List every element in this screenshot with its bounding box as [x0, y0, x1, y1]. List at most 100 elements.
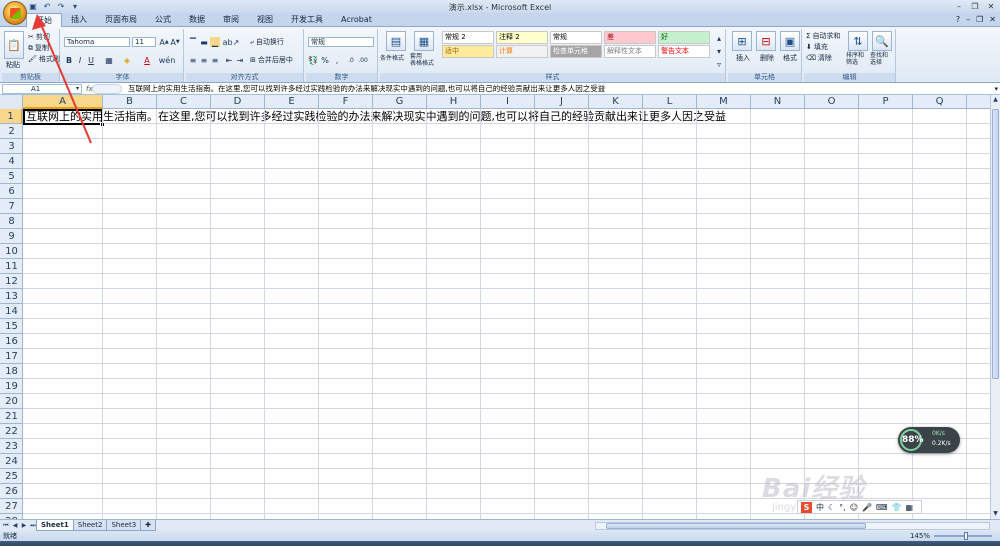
align-top-icon[interactable]: ▔: [188, 37, 198, 47]
expand-formula-bar-icon[interactable]: ▾: [994, 85, 998, 93]
format-as-table-label[interactable]: 套用 表格格式: [410, 53, 434, 67]
scroll-up-arrow-icon[interactable]: ▲: [991, 95, 1000, 105]
ribbon-minimize-icon[interactable]: –: [966, 15, 970, 24]
close-icon[interactable]: ✕: [984, 1, 998, 11]
decrease-decimal-icon[interactable]: .00: [358, 55, 368, 65]
align-left-icon[interactable]: ≡: [188, 55, 198, 65]
format-painter-button[interactable]: 🖌 格式刷: [28, 54, 60, 64]
sheet-tab-sheet1[interactable]: Sheet1: [36, 520, 74, 531]
column-header-n[interactable]: N: [751, 95, 805, 109]
align-center-icon[interactable]: ≡: [199, 55, 209, 65]
ime-moon-icon[interactable]: ☾: [828, 503, 835, 512]
select-all-button[interactable]: [0, 95, 23, 109]
align-middle-icon[interactable]: ▬: [199, 37, 209, 47]
cell-style-9[interactable]: 解释性文本: [604, 45, 656, 58]
border-icon[interactable]: ▦: [104, 55, 114, 65]
delete-cells-icon[interactable]: ⊟: [756, 31, 776, 51]
ime-emoji-icon[interactable]: ☺: [850, 503, 858, 512]
tab-view[interactable]: 视图: [248, 13, 282, 27]
fill-color-icon[interactable]: ◈: [122, 55, 132, 65]
conditional-format-label[interactable]: 条件格式: [380, 53, 404, 62]
tab-data[interactable]: 数据: [180, 13, 214, 27]
align-bottom-icon[interactable]: ▁: [210, 37, 220, 47]
increase-indent-icon[interactable]: ⇥: [235, 55, 245, 65]
autosum-button[interactable]: Σ 自动求和: [806, 31, 840, 41]
column-header-l[interactable]: L: [643, 95, 697, 109]
cell-style-4[interactable]: 差: [604, 31, 656, 44]
ime-language[interactable]: 中: [816, 502, 824, 513]
row-header-16[interactable]: 16: [0, 334, 22, 349]
decrease-indent-icon[interactable]: ⇤: [224, 55, 234, 65]
conditional-format-icon[interactable]: ▤: [386, 31, 406, 51]
row-header-8[interactable]: 8: [0, 214, 22, 229]
row-header-26[interactable]: 26: [0, 484, 22, 499]
first-sheet-icon[interactable]: ⏮: [2, 521, 10, 530]
ime-punct-icon[interactable]: °,: [839, 503, 846, 512]
zoom-level[interactable]: 145%: [910, 531, 930, 541]
insert-cells-icon[interactable]: ⊞: [732, 31, 752, 51]
cell-style-7[interactable]: 计算: [496, 45, 548, 58]
row-header-18[interactable]: 18: [0, 364, 22, 379]
wrap-text-button[interactable]: ⤶ 自动换行: [250, 37, 284, 47]
tab-acrobat[interactable]: Acrobat: [332, 13, 381, 27]
insert-sheet-icon[interactable]: ✚: [140, 520, 157, 531]
row-header-5[interactable]: 5: [0, 169, 22, 184]
cell-style-10[interactable]: 警告文本: [658, 45, 710, 58]
row-header-7[interactable]: 7: [0, 199, 22, 214]
restore-icon[interactable]: ❐: [968, 1, 982, 11]
styles-scroll-up-icon[interactable]: ▴: [714, 33, 724, 43]
row-header-24[interactable]: 24: [0, 454, 22, 469]
paste-icon[interactable]: 📋: [4, 31, 24, 59]
grow-font-icon[interactable]: A ▲: [159, 37, 169, 47]
office-button[interactable]: [3, 1, 27, 25]
column-header-g[interactable]: G: [373, 95, 427, 109]
column-header-c[interactable]: C: [157, 95, 211, 109]
sheet-tab-sheet2[interactable]: Sheet2: [72, 520, 108, 531]
phonetic-icon[interactable]: wén: [159, 55, 176, 65]
find-select-icon[interactable]: 🔍: [872, 31, 892, 51]
row-header-4[interactable]: 4: [0, 154, 22, 169]
column-header-o[interactable]: O: [805, 95, 859, 109]
row-header-19[interactable]: 19: [0, 379, 22, 394]
format-cells-label[interactable]: 格式: [783, 53, 797, 63]
prev-sheet-icon[interactable]: ◀: [11, 521, 19, 530]
minimize-icon[interactable]: –: [952, 1, 966, 11]
cell-style-2[interactable]: 注释 2: [496, 31, 548, 44]
ribbon-restore-icon[interactable]: ❐: [976, 15, 983, 24]
row-header-27[interactable]: 27: [0, 499, 22, 514]
styles-more-icon[interactable]: ▿: [714, 59, 724, 69]
row-header-14[interactable]: 14: [0, 304, 22, 319]
row-header-11[interactable]: 11: [0, 259, 22, 274]
vertical-scroll-thumb[interactable]: [992, 109, 999, 379]
delete-cells-label[interactable]: 删除: [760, 53, 774, 63]
paste-label[interactable]: 粘贴: [6, 60, 20, 70]
row-header-15[interactable]: 15: [0, 319, 22, 334]
currency-icon[interactable]: 💱: [308, 55, 318, 65]
cell-style-5[interactable]: 好: [658, 31, 710, 44]
ime-skin-icon[interactable]: 👕: [892, 503, 902, 512]
cut-button[interactable]: ✂ 剪切: [28, 32, 50, 42]
cell-style-3[interactable]: 常规: [550, 31, 602, 44]
next-sheet-icon[interactable]: ▶: [20, 521, 28, 530]
merge-center-button[interactable]: ⊞ 合并后居中: [250, 55, 293, 65]
tab-page-layout[interactable]: 页面布局: [96, 13, 146, 27]
sort-filter-label[interactable]: 排序和 筛选: [846, 52, 864, 66]
sort-filter-icon[interactable]: ⇅: [848, 31, 868, 51]
font-size-select[interactable]: 11: [132, 37, 156, 47]
network-speed-widget[interactable]: 88% 0K/s 0.2K/s: [898, 427, 960, 453]
column-header-e[interactable]: E: [265, 95, 319, 109]
column-header-a[interactable]: A: [23, 95, 103, 109]
row-header-2[interactable]: 2: [0, 124, 22, 139]
column-header-d[interactable]: D: [211, 95, 265, 109]
italic-icon[interactable]: I: [75, 55, 85, 65]
column-header-h[interactable]: H: [427, 95, 481, 109]
row-header-13[interactable]: 13: [0, 289, 22, 304]
tab-insert[interactable]: 插入: [62, 13, 96, 27]
sheet-tab-sheet3[interactable]: Sheet3: [106, 520, 142, 531]
cell-style-1[interactable]: 常规 2: [442, 31, 494, 44]
percent-icon[interactable]: %: [320, 55, 330, 65]
bold-icon[interactable]: B: [64, 55, 74, 65]
column-header-i[interactable]: I: [481, 95, 535, 109]
column-header-q[interactable]: Q: [913, 95, 967, 109]
ime-keyboard-icon[interactable]: ⌨: [876, 503, 888, 512]
